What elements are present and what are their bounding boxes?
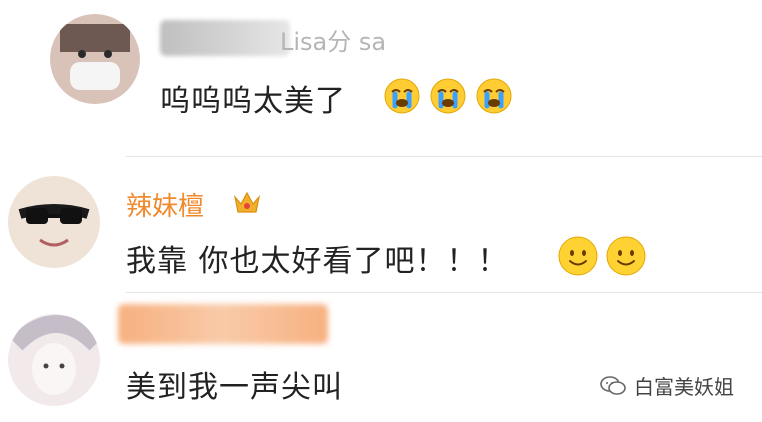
crown-icon (232, 188, 262, 216)
watermark: 白富美妖姐 (600, 371, 734, 400)
username-1[interactable]: Lisa分 sa (280, 22, 386, 57)
watermark-label: 白富美妖姐 (634, 375, 734, 399)
avatar-2[interactable] (8, 176, 100, 268)
smile-emoji (558, 236, 598, 276)
comment-1: Lisa分 sa 呜呜呜太美了 (0, 0, 762, 150)
crying-emoji (430, 78, 466, 114)
divider-2 (126, 292, 762, 293)
comment-text-3: 美到我一声尖叫 (126, 370, 343, 405)
comment-3: 美到我一声尖叫 (0, 294, 762, 422)
comment-2: 辣妹檀 我靠 你也太好看了吧！！！ (0, 158, 762, 288)
smile-emoji (606, 236, 646, 276)
username-2[interactable]: 辣妹檀 (126, 186, 204, 223)
username-redaction-3 (118, 304, 328, 344)
avatar-1[interactable] (50, 14, 140, 104)
avatar-2-image (8, 176, 100, 268)
username-redaction-1 (160, 20, 290, 56)
crying-emoji (384, 78, 420, 114)
wechat-icon (600, 375, 626, 397)
divider-1 (126, 156, 762, 157)
comment-text-2: 我靠 你也太好看了吧！！！ (126, 244, 509, 279)
avatar-3[interactable] (8, 314, 100, 406)
crying-emoji (476, 78, 512, 114)
avatar-1-image (50, 14, 140, 104)
comment-text-1: 呜呜呜太美了 (160, 84, 346, 119)
avatar-3-image (8, 314, 100, 406)
